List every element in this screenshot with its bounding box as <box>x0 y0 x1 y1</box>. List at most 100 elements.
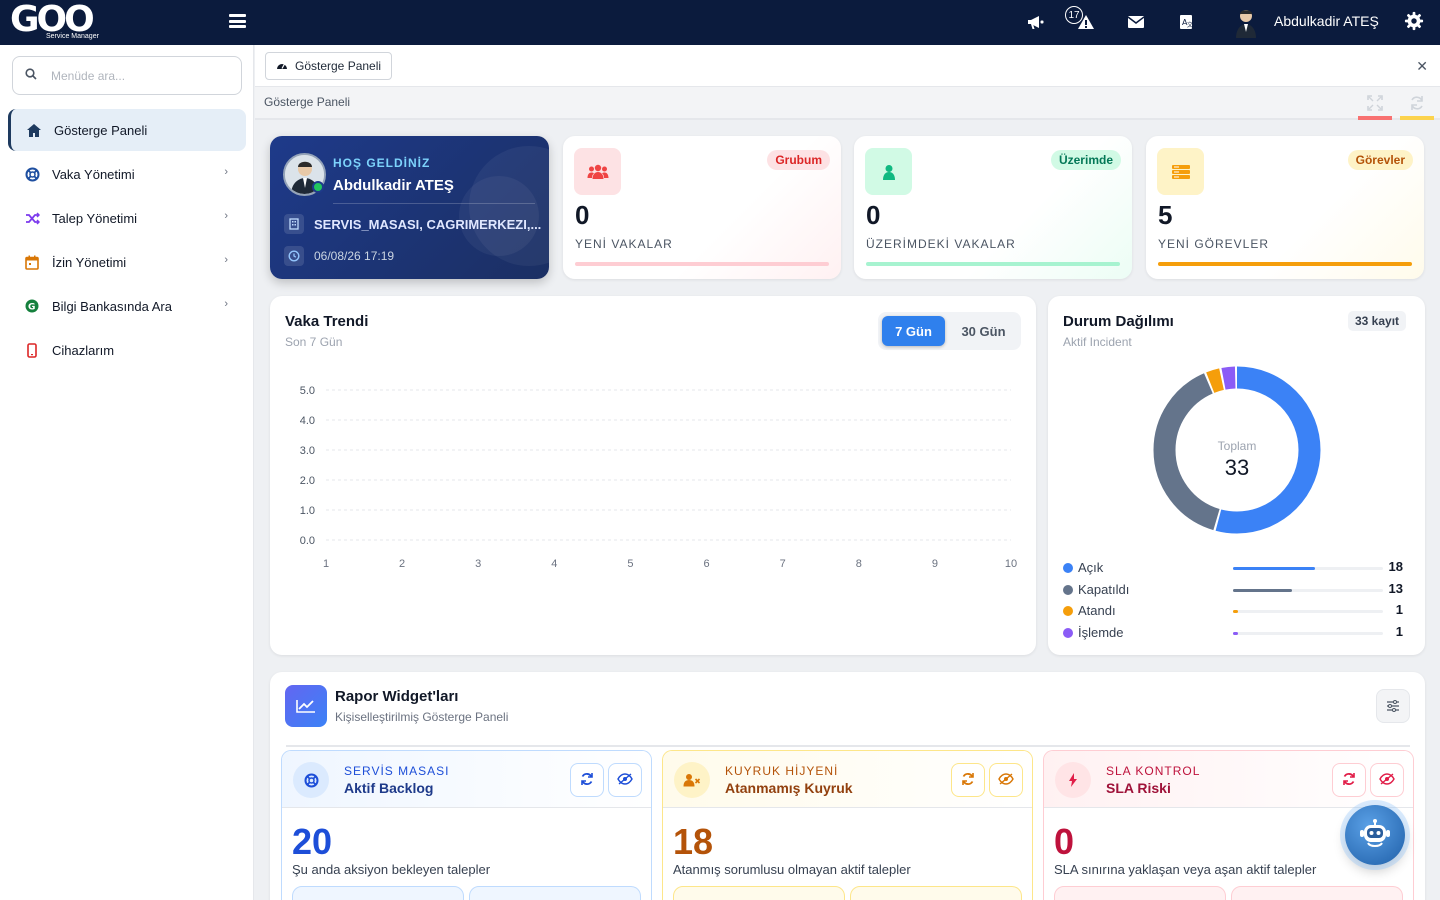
sidebar-item-leave-management[interactable]: İzin Yönetimi › <box>8 241 246 283</box>
menu-search[interactable] <box>12 56 242 95</box>
stat-bar <box>1158 262 1412 266</box>
megaphone-icon[interactable] <box>1026 12 1046 32</box>
x-tick-label: 9 <box>932 558 938 570</box>
widget-unassigned-queue: KUYRUK HİJYENİ Atanmamış Kuyruk 18 Atanm… <box>662 750 1033 900</box>
sidebar-item-label: Talep Yönetimi <box>52 210 138 226</box>
stat-card-new-tasks[interactable]: Görevler 5 YENİ GÖREVLER <box>1146 136 1424 279</box>
sidebar-item-request-management[interactable]: Talep Yönetimi › <box>8 197 246 239</box>
tab-dashboard[interactable]: Gösterge Paneli <box>265 52 393 80</box>
robot-icon <box>1358 818 1392 852</box>
status-badge: Grubum <box>767 150 830 170</box>
fullscreen-icon[interactable] <box>1358 90 1392 120</box>
eye-slash-icon <box>617 772 633 788</box>
widget-hide-button[interactable] <box>989 763 1023 797</box>
legend-item: Kapatıldı 13 <box>1063 581 1413 599</box>
notification-count-badge[interactable]: 17 <box>1065 6 1083 24</box>
x-tick-label: 6 <box>703 558 709 570</box>
logo-subtitle: Service Manager <box>46 33 99 40</box>
x-tick-label: 4 <box>551 558 557 570</box>
legend-label: Açık <box>1078 560 1104 575</box>
svg-text:G: G <box>28 303 35 313</box>
sidebar-item-dashboard[interactable]: Gösterge Paneli <box>8 109 246 151</box>
range-7-days-button[interactable]: 7 Gün <box>882 316 945 346</box>
close-icon[interactable]: ✕ <box>1416 58 1428 75</box>
chevron-right-icon: › <box>224 254 228 266</box>
sliders-icon[interactable] <box>1376 689 1410 723</box>
user-name[interactable]: Abdulkadir ATEŞ <box>1274 13 1379 29</box>
eye-slash-icon <box>998 772 1014 788</box>
gear-icon[interactable] <box>1404 11 1424 31</box>
sidebar-item-label: Bilgi Bankasında Ara <box>52 298 172 314</box>
breadcrumb-bar: Gösterge Paneli <box>255 87 1440 120</box>
chevron-right-icon: › <box>224 298 228 310</box>
legend-label: İşlemde <box>1078 624 1124 640</box>
stat-value: 0 <box>866 200 881 230</box>
legend-value: 18 <box>1388 559 1403 574</box>
x-tick-label: 5 <box>627 558 633 570</box>
building-icon <box>284 214 304 234</box>
assistant-bot-button[interactable] <box>1345 805 1405 865</box>
app-logo[interactable]: GOO Service Manager <box>10 2 105 42</box>
stat-value: 5 <box>1158 200 1173 230</box>
distribution-title: Durum Dağılımı <box>1063 313 1174 330</box>
legend-dot <box>1063 627 1073 638</box>
widget-refresh-button[interactable] <box>1332 763 1366 797</box>
user-avatar[interactable] <box>1232 8 1260 38</box>
record-count-badge: 33 kayıt <box>1348 311 1407 331</box>
calendar-icon <box>22 253 42 271</box>
menu-toggle-icon[interactable] <box>229 14 246 28</box>
sidebar-item-incident-management[interactable]: Vaka Yönetimi › <box>8 153 246 195</box>
search-icon <box>25 68 39 83</box>
legend-value: 13 <box>1388 580 1403 596</box>
trend-chart: 0.0 1.0 2.0 3.0 4.0 5.0 1 2 3 4 5 6 7 8 9 10 <box>300 385 1017 570</box>
widget-hide-button[interactable] <box>1370 763 1404 797</box>
range-toggle: 7 Gün 30 Gün <box>878 312 1021 350</box>
online-status-dot <box>312 181 324 193</box>
widget-refresh-button[interactable] <box>951 763 985 797</box>
range-30-days-button[interactable]: 30 Gün <box>950 316 1017 346</box>
breadcrumb: Gösterge Paneli <box>264 95 351 109</box>
y-tick-label: 3.0 <box>300 445 315 457</box>
stat-bar <box>866 262 1120 266</box>
legend-dot <box>1063 584 1073 595</box>
y-tick-label: 5.0 <box>300 385 315 397</box>
lifebuoy-icon <box>293 762 329 798</box>
tasks-list-icon <box>1157 148 1204 195</box>
sidebar-item-knowledge-base[interactable]: G Bilgi Bankasında Ara › <box>8 285 246 327</box>
shuffle-icon <box>22 209 42 227</box>
svg-text:文: 文 <box>1187 21 1193 29</box>
legend-item: Açık 18 <box>1063 559 1413 577</box>
legend-progress-track <box>1233 631 1383 635</box>
stat-label: YENİ VAKALAR <box>575 237 673 251</box>
chevron-right-icon: › <box>224 210 228 222</box>
mobile-icon <box>22 341 42 359</box>
widget-value: 20 <box>292 821 333 862</box>
widget-name: SLA Riski <box>1106 780 1171 796</box>
mail-icon[interactable] <box>1126 12 1146 32</box>
language-icon[interactable]: A文 <box>1176 12 1196 32</box>
distribution-subtitle: Aktif Incident <box>1063 335 1132 349</box>
menu-search-input[interactable] <box>51 68 221 83</box>
users-icon <box>574 148 621 195</box>
stat-value: 0 <box>575 200 590 230</box>
bolt-icon <box>1055 762 1091 798</box>
sidebar-item-devices[interactable]: Cihazlarım <box>8 329 246 371</box>
legend-progress-fill <box>1233 610 1238 613</box>
stat-card-new-incidents[interactable]: Grubum 0 YENİ VAKALAR <box>563 136 841 279</box>
sidebar-item-label: Vaka Yönetimi <box>52 166 135 182</box>
y-tick-label: 1.0 <box>300 505 315 517</box>
chevron-right-icon: › <box>224 166 228 178</box>
top-bar: GOO Service Manager 17 A文 Abdulkadir ATE… <box>0 0 1440 45</box>
legend-item: Atandı 1 <box>1063 602 1413 620</box>
x-tick-label: 7 <box>780 558 786 570</box>
widget-hide-button[interactable] <box>608 763 642 797</box>
tab-strip: Gösterge Paneli ✕ <box>255 45 1440 87</box>
widget-active-backlog: SERVİS MASASI Aktif Backlog 20 Şu anda a… <box>281 750 652 900</box>
stat-card-my-incidents[interactable]: Üzerimde 0 ÜZERİMDEKİ VAKALAR <box>854 136 1132 279</box>
legend-value: 1 <box>1395 623 1403 639</box>
user-groups: SERVIS_MASASI, CAGRIMERKEZI,... <box>284 214 541 234</box>
tab-label: Gösterge Paneli <box>295 59 382 73</box>
refresh-icon[interactable] <box>1400 90 1434 120</box>
status-donut-chart: Toplam 33 <box>1153 366 1321 534</box>
widget-refresh-button[interactable] <box>570 763 604 797</box>
